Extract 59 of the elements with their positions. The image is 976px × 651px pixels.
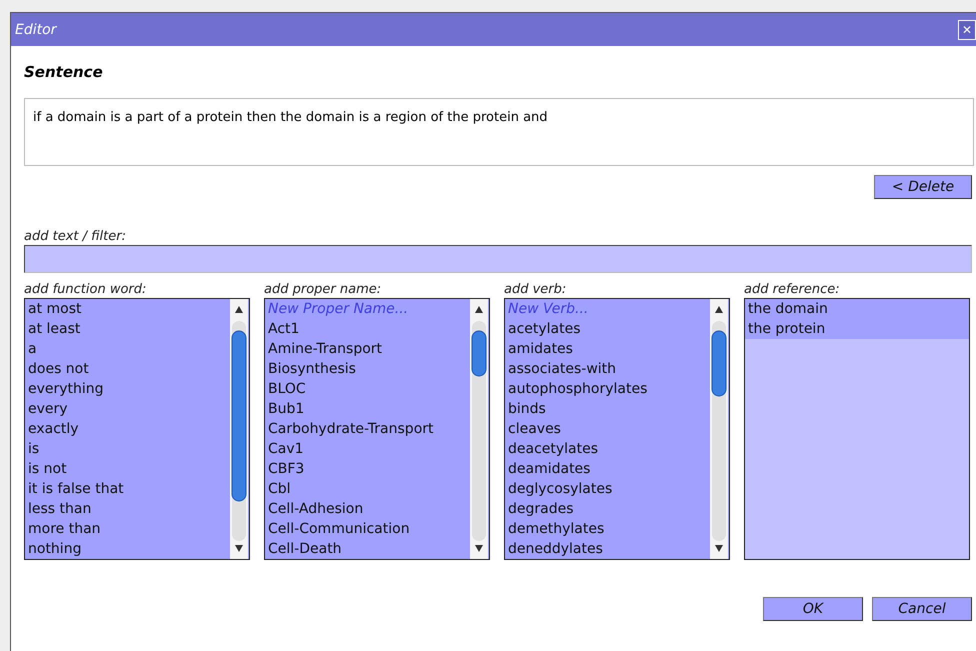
list-item[interactable]: Cell-Communication bbox=[265, 519, 470, 539]
list-item[interactable]: Bub1 bbox=[265, 399, 470, 419]
list-item[interactable]: more than bbox=[25, 519, 230, 539]
list-item[interactable]: deneddylates bbox=[505, 539, 710, 559]
list-item[interactable]: deacetylates bbox=[505, 439, 710, 459]
list-box[interactable]: at most at least a does not everything every exactly is is not it is false that less than more than nothing bbox=[24, 298, 250, 560]
list-item[interactable]: Carbohydrate-Transport bbox=[265, 419, 470, 439]
list-item[interactable]: deamidates bbox=[505, 459, 710, 479]
list-item[interactable]: does not bbox=[25, 359, 230, 379]
list-item[interactable]: amidates bbox=[505, 339, 710, 359]
list-box[interactable]: New Proper Name... Act1 Amine-Transport Biosynthesis BLOC Bub1 Carbohydrate-Transport Cav1 CBF3 Cbl Cell-Adhesion Cell-Communication Cell-Death bbox=[264, 298, 490, 560]
list-item[interactable]: at most bbox=[25, 299, 230, 319]
list-item[interactable]: at least bbox=[25, 319, 230, 339]
scrollbar[interactable] bbox=[230, 299, 248, 559]
list-item[interactable]: every bbox=[25, 399, 230, 419]
list-item[interactable]: Cbl bbox=[265, 479, 470, 499]
list-item[interactable]: demethylates bbox=[505, 519, 710, 539]
delete-button[interactable]: < Delete bbox=[874, 175, 972, 199]
list-box[interactable]: New Verb... acetylates amidates associates-with autophosphorylates binds cleaves deacetylates deamidates deglycosylates degrades demethylates deneddylates bbox=[504, 298, 730, 560]
list-item[interactable]: it is false that bbox=[25, 479, 230, 499]
list-item[interactable]: CBF3 bbox=[265, 459, 470, 479]
list-item[interactable]: Act1 bbox=[265, 319, 470, 339]
list-item[interactable]: the domain bbox=[745, 299, 969, 319]
list-item[interactable]: the protein bbox=[745, 319, 969, 339]
list-label: add reference: bbox=[744, 282, 841, 298]
list-item[interactable]: less than bbox=[25, 499, 230, 519]
list-item[interactable]: associates-with bbox=[505, 359, 710, 379]
cancel-button[interactable]: Cancel bbox=[872, 597, 972, 621]
close-button[interactable]: ✕ bbox=[958, 20, 976, 40]
list-box[interactable]: the domain the protein bbox=[744, 298, 970, 560]
list-item[interactable]: a bbox=[25, 339, 230, 359]
list-label: add function word: bbox=[24, 282, 148, 298]
list-item[interactable]: is not bbox=[25, 459, 230, 479]
filter-field[interactable] bbox=[24, 245, 972, 273]
list-item[interactable]: exactly bbox=[25, 419, 230, 439]
list-label: add verb: bbox=[504, 282, 568, 298]
list-item[interactable]: cleaves bbox=[505, 419, 710, 439]
list-item[interactable]: is bbox=[25, 439, 230, 459]
list-label: add proper name: bbox=[264, 282, 382, 298]
window-title: Editor bbox=[14, 22, 56, 38]
filter-label: add text / filter: bbox=[24, 229, 127, 245]
sentence-field[interactable]: if a domain is a part of a protein then the domain is a region of the protein and bbox=[24, 98, 974, 166]
list-item[interactable]: Amine-Transport bbox=[265, 339, 470, 359]
list-item[interactable]: BLOC bbox=[265, 379, 470, 399]
list-item[interactable]: degrades bbox=[505, 499, 710, 519]
list-item[interactable]: Biosynthesis bbox=[265, 359, 470, 379]
list-item[interactable]: Cav1 bbox=[265, 439, 470, 459]
list-item[interactable]: deglycosylates bbox=[505, 479, 710, 499]
list-item[interactable]: Cell-Death bbox=[265, 539, 470, 559]
list-item[interactable]: everything bbox=[25, 379, 230, 399]
scrollbar[interactable] bbox=[710, 299, 728, 559]
scrollbar[interactable] bbox=[470, 299, 488, 559]
ok-button[interactable]: OK bbox=[763, 597, 863, 621]
list-item[interactable]: nothing bbox=[25, 539, 230, 559]
list-item[interactable]: binds bbox=[505, 399, 710, 419]
list-item[interactable]: autophosphorylates bbox=[505, 379, 710, 399]
list-item[interactable]: Cell-Adhesion bbox=[265, 499, 470, 519]
section-heading: Sentence bbox=[24, 63, 104, 81]
list-item[interactable]: acetylates bbox=[505, 319, 710, 339]
